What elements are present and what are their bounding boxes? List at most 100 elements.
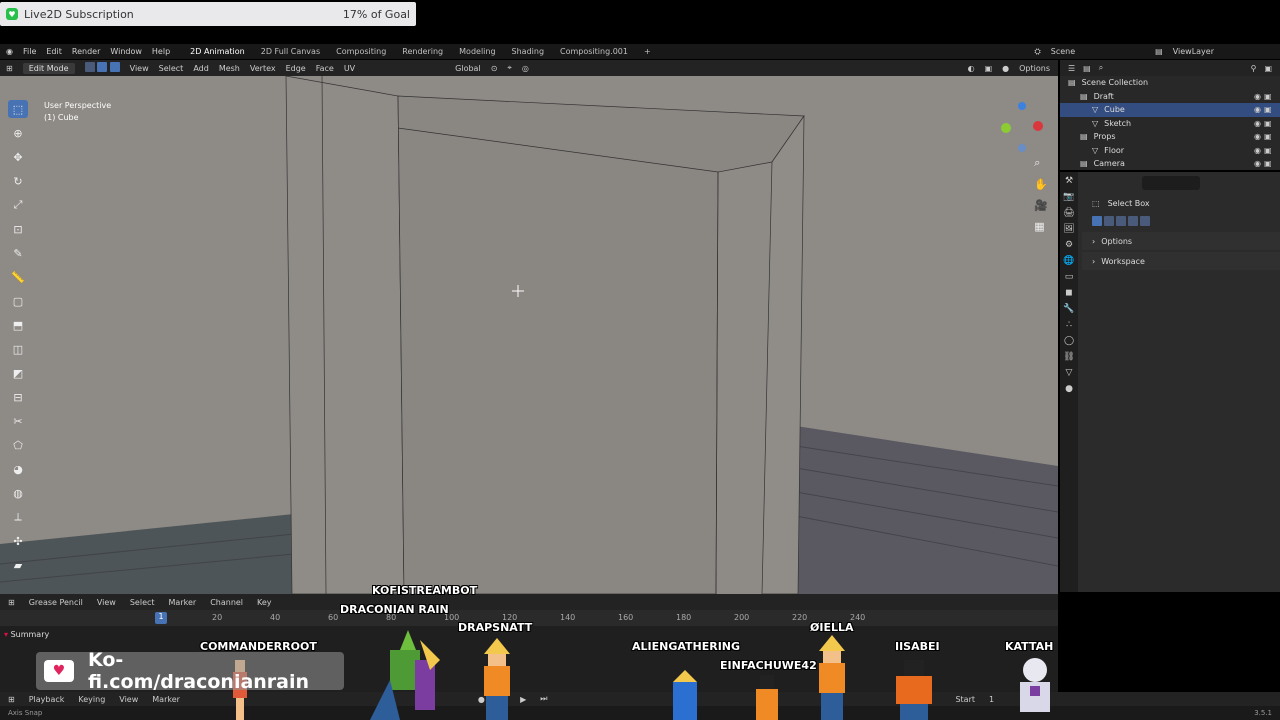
visibility-eye-icon[interactable]: ◉ bbox=[1254, 146, 1264, 155]
visibility-eye-icon[interactable]: ◉ bbox=[1254, 132, 1264, 141]
outliner-row[interactable]: ▤ Scene Collection bbox=[1060, 76, 1280, 90]
move-icon[interactable]: ✥ bbox=[8, 148, 28, 166]
ortho-grid-icon[interactable]: ▦ bbox=[1034, 220, 1048, 233]
menu-face[interactable]: Face bbox=[316, 64, 334, 73]
menu-edit[interactable]: Edit bbox=[46, 47, 62, 56]
proportional-edit-icon[interactable]: ◎ bbox=[522, 64, 529, 73]
modifier-tab-icon[interactable]: 🔧 bbox=[1063, 304, 1074, 314]
tab-shading[interactable]: Shading bbox=[512, 47, 545, 56]
tab-compositing-001[interactable]: Compositing.001 bbox=[560, 47, 628, 56]
loop-cut-icon[interactable]: ⊟ bbox=[8, 388, 28, 406]
camera-view-icon[interactable]: 🎥 bbox=[1034, 199, 1048, 212]
options-dropdown[interactable]: Options bbox=[1019, 64, 1050, 73]
visibility-eye-icon[interactable]: ◉ bbox=[1254, 159, 1264, 168]
footer-view-menu[interactable]: View bbox=[119, 695, 138, 704]
render-camera-icon[interactable]: ▣ bbox=[1264, 119, 1274, 128]
visibility-eye-icon[interactable]: ◉ bbox=[1254, 119, 1264, 128]
visibility-eye-icon[interactable]: ◉ bbox=[1254, 105, 1264, 114]
rotate-icon[interactable]: ↻ bbox=[8, 172, 28, 190]
shear-icon[interactable]: ▰ bbox=[8, 556, 28, 574]
mode-selector[interactable]: Edit Mode bbox=[22, 62, 75, 74]
timeline-menu-marker[interactable]: Marker bbox=[169, 598, 197, 607]
render-tab-icon[interactable]: 📷 bbox=[1063, 192, 1074, 202]
scene-tab-icon[interactable]: ⚙ bbox=[1065, 240, 1073, 250]
orientation-dropdown[interactable]: Global bbox=[455, 64, 481, 73]
shading-solid-icon[interactable]: ● bbox=[1002, 64, 1009, 73]
mode-invert-icon[interactable] bbox=[1128, 216, 1138, 226]
outliner-row[interactable]: ▤ Camera ◉ ▣ bbox=[1060, 157, 1280, 171]
collection-tab-icon[interactable]: ▭ bbox=[1065, 272, 1074, 282]
edge-select-icon[interactable] bbox=[97, 62, 108, 72]
edge-slide-icon[interactable]: ⟂ bbox=[8, 508, 28, 526]
pan-hand-icon[interactable]: ✋ bbox=[1034, 178, 1048, 191]
tab-rendering[interactable]: Rendering bbox=[402, 47, 443, 56]
render-camera-icon[interactable]: ▣ bbox=[1264, 132, 1274, 141]
play-icon[interactable]: ▶ bbox=[520, 695, 526, 704]
material-tab-icon[interactable]: ● bbox=[1065, 384, 1073, 394]
view-layer-name[interactable]: ViewLayer bbox=[1173, 47, 1214, 56]
menu-add[interactable]: Add bbox=[193, 64, 209, 73]
outliner-editor-icon[interactable]: ☰ bbox=[1068, 64, 1075, 73]
menu-uv[interactable]: UV bbox=[344, 64, 355, 73]
render-camera-icon[interactable]: ▣ bbox=[1264, 105, 1274, 114]
cursor-icon[interactable]: ⊕ bbox=[8, 124, 28, 142]
workspace-panel[interactable]: › Workspace bbox=[1082, 252, 1280, 270]
view-layer-tab-icon[interactable]: 🖼 bbox=[1063, 224, 1074, 234]
outliner-row[interactable]: ▽ Floor ◉ ▣ bbox=[1060, 144, 1280, 158]
spin-icon[interactable]: ◕ bbox=[8, 460, 28, 478]
tool-tab-icon[interactable]: ⚒ bbox=[1065, 176, 1073, 186]
menu-vertex[interactable]: Vertex bbox=[250, 64, 276, 73]
add-workspace-button[interactable]: + bbox=[644, 47, 651, 56]
particles-tab-icon[interactable]: ∴ bbox=[1066, 320, 1072, 330]
tab-2d-full-canvas[interactable]: 2D Full Canvas bbox=[261, 47, 320, 56]
summary-channel[interactable]: ▾ Summary bbox=[4, 630, 49, 639]
select-box-icon[interactable]: ⬚ bbox=[8, 100, 28, 118]
footer-editor-icon[interactable]: ⊞ bbox=[8, 695, 15, 704]
annotate-icon[interactable]: ✎ bbox=[8, 244, 28, 262]
grease-pencil-mode[interactable]: Grease Pencil bbox=[29, 598, 83, 607]
blender-logo-icon[interactable]: ◉ bbox=[6, 47, 13, 56]
zoom-icon[interactable]: ⌕ bbox=[1034, 156, 1048, 170]
mode-subtract-icon[interactable] bbox=[1116, 216, 1126, 226]
properties-search[interactable] bbox=[1142, 176, 1200, 190]
face-select-icon[interactable] bbox=[109, 62, 120, 72]
keying-menu[interactable]: Keying bbox=[78, 695, 105, 704]
overlay-icon[interactable]: ◐ bbox=[968, 64, 975, 73]
current-frame-marker[interactable]: 1 bbox=[155, 612, 167, 624]
timeline-menu-key[interactable]: Key bbox=[257, 598, 272, 607]
snap-icon[interactable]: ⌖ bbox=[507, 63, 512, 73]
outliner-search-icon[interactable]: ⌕ bbox=[1099, 63, 1103, 73]
tab-compositing[interactable]: Compositing bbox=[336, 47, 386, 56]
visibility-eye-icon[interactable]: ◉ bbox=[1254, 92, 1264, 101]
menu-edge[interactable]: Edge bbox=[286, 64, 306, 73]
data-tab-icon[interactable]: ▽ bbox=[1066, 368, 1073, 378]
menu-select[interactable]: Select bbox=[159, 64, 184, 73]
pivot-icon[interactable]: ⊙ bbox=[491, 64, 498, 73]
render-camera-icon[interactable]: ▣ bbox=[1264, 92, 1274, 101]
add-cube-icon[interactable]: ▢ bbox=[8, 292, 28, 310]
physics-tab-icon[interactable]: ◯ bbox=[1064, 336, 1074, 346]
mode-extend-icon[interactable] bbox=[1104, 216, 1114, 226]
outliner-row[interactable]: ▽ Cube ◉ ▣ bbox=[1060, 103, 1280, 117]
footer-marker-menu[interactable]: Marker bbox=[152, 695, 180, 704]
display-mode-icon[interactable]: ▤ bbox=[1083, 64, 1091, 73]
xray-icon[interactable]: ▣ bbox=[985, 64, 993, 73]
tab-2d-animation[interactable]: 2D Animation bbox=[190, 47, 245, 56]
mode-intersect-icon[interactable] bbox=[1140, 216, 1150, 226]
measure-icon[interactable]: 📏 bbox=[8, 268, 28, 286]
mode-set-icon[interactable] bbox=[1092, 216, 1102, 226]
menu-window[interactable]: Window bbox=[110, 47, 142, 56]
output-tab-icon[interactable]: 🖨 bbox=[1063, 208, 1074, 218]
editor-type-icon[interactable]: ⊞ bbox=[6, 64, 13, 73]
render-camera-icon[interactable]: ▣ bbox=[1264, 159, 1274, 168]
object-tab-icon[interactable]: ◼ bbox=[1065, 288, 1072, 298]
knife-icon[interactable]: ✂ bbox=[8, 412, 28, 430]
start-frame-value[interactable]: 1 bbox=[989, 695, 994, 704]
outliner-row[interactable]: ▤ Draft ◉ ▣ bbox=[1060, 90, 1280, 104]
playback-menu[interactable]: Playback bbox=[29, 695, 65, 704]
render-camera-icon[interactable]: ▣ bbox=[1264, 146, 1274, 155]
timeline-menu-view[interactable]: View bbox=[97, 598, 116, 607]
options-panel[interactable]: › Options bbox=[1082, 232, 1280, 250]
timeline-menu-channel[interactable]: Channel bbox=[210, 598, 243, 607]
menu-render[interactable]: Render bbox=[72, 47, 100, 56]
